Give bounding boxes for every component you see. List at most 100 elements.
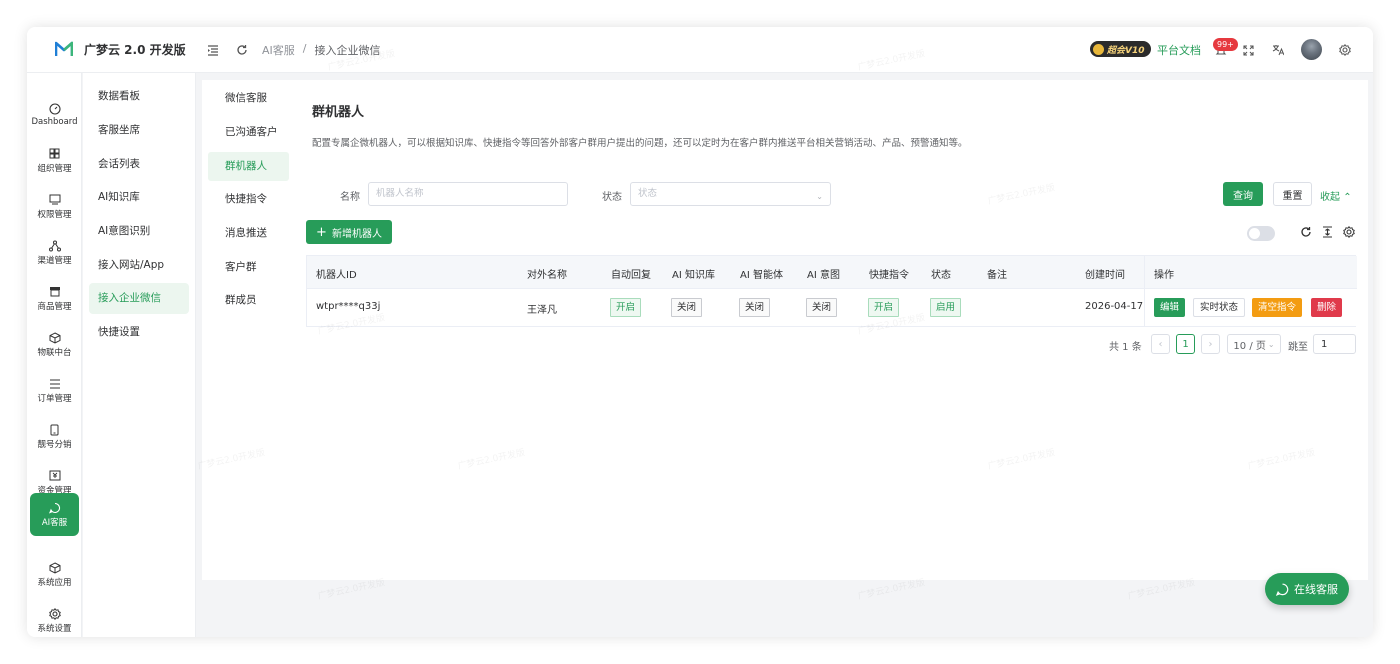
vip-label: 超会V10 <box>1107 45 1145 56</box>
cell-intent-tag: 关闭 <box>806 298 838 317</box>
grid-icon <box>48 147 61 160</box>
nav1-label: 靓号分销 <box>37 440 72 450</box>
nav3-item-customer-group[interactable]: 客户群 <box>208 253 289 282</box>
refresh-icon[interactable] <box>232 40 252 60</box>
nav2-item-intent[interactable]: AI意图识别 <box>89 216 189 247</box>
actions-column: 操作 编辑 实时状态 清空指令 删除 <box>1144 256 1357 326</box>
brand-logo-icon <box>55 41 73 56</box>
display-toggle-switch[interactable] <box>1247 226 1275 241</box>
cell-created: 2026-04-17 2 <box>1085 301 1153 312</box>
nav3-item-contacted[interactable]: 已沟通客户 <box>208 118 289 147</box>
cell-status-tag: 启用 <box>930 298 962 317</box>
table-refresh-icon[interactable] <box>1300 226 1312 241</box>
nav2-item-quick-settings[interactable]: 快捷设置 <box>89 317 189 348</box>
prev-page-button[interactable]: ‹ <box>1151 334 1170 354</box>
nav1-label: 权限管理 <box>37 210 72 220</box>
vip-coin-icon <box>1093 43 1104 55</box>
nav3-item-group-members[interactable]: 群成员 <box>208 286 289 315</box>
actions-header-bg <box>1145 256 1357 289</box>
add-robot-button[interactable]: + 新增机器人 <box>306 220 392 244</box>
status-select-placeholder: 状态 <box>638 188 658 199</box>
edit-button[interactable]: 编辑 <box>1154 298 1186 317</box>
cell-auto-reply-tag: 开启 <box>610 298 642 317</box>
status-filter-label: 状态 <box>602 192 622 203</box>
nav3-item-group-robot[interactable]: 群机器人 <box>208 152 289 181</box>
user-avatar[interactable] <box>1301 39 1322 60</box>
nav1-item-settings[interactable]: 系统设置 <box>30 599 79 637</box>
nav1-item-iot[interactable]: 物联中台 <box>30 323 79 366</box>
nav3-item-push[interactable]: 消息推送 <box>208 219 289 248</box>
col-ai-intent: AI 意图 <box>807 270 840 281</box>
nav1-label: 组织管理 <box>37 164 72 174</box>
nav2-item-knowledge[interactable]: AI知识库 <box>89 182 189 213</box>
app-window: 广梦云 2.0 开发版 AI客服 / 接入企业微信 超会V10 平台文档 99+ <box>27 27 1373 637</box>
column-height-icon[interactable] <box>1322 226 1333 241</box>
query-button[interactable]: 查询 <box>1223 182 1263 206</box>
cell-knowledge-tag: 关闭 <box>671 298 703 317</box>
nav1-item-ai-service[interactable]: AI客服 <box>30 493 79 536</box>
chevron-up-icon: ⌃ <box>1343 192 1352 203</box>
translate-icon[interactable] <box>1268 40 1288 60</box>
add-robot-label: 新增机器人 <box>331 228 382 240</box>
plus-icon: + <box>316 224 327 240</box>
realtime-status-button[interactable]: 实时状态 <box>1193 298 1246 317</box>
online-service-button[interactable]: 在线客服 <box>1265 573 1349 605</box>
nav2-item-website-app[interactable]: 接入网站/App <box>89 250 189 281</box>
next-page-button[interactable]: › <box>1201 334 1220 354</box>
store-icon <box>48 285 61 298</box>
col-remark: 备注 <box>987 270 1007 281</box>
box-icon <box>48 561 61 574</box>
nav1-item-number[interactable]: 靓号分销 <box>30 415 79 458</box>
nav2-item-dashboard[interactable]: 数据看板 <box>89 81 189 112</box>
nav1-item-dashboard[interactable]: Dashboard <box>30 93 79 136</box>
name-filter-input[interactable]: 机器人名称 <box>368 182 568 206</box>
clear-commands-button[interactable]: 清空指令 <box>1252 298 1303 317</box>
primary-sidebar: Dashboard 组织管理 权限管理 渠道管理 商品管理 物联中台 订单管理 <box>27 73 82 637</box>
collapse-label: 收起 <box>1320 192 1340 203</box>
cell-shortcut-tag: 开启 <box>868 298 900 317</box>
status-filter-select[interactable]: 状态 ⌄ <box>630 182 831 206</box>
fullscreen-icon[interactable] <box>1238 40 1258 60</box>
nav1-item-order[interactable]: 订单管理 <box>30 369 79 412</box>
column-settings-icon[interactable] <box>1343 226 1355 241</box>
share-icon <box>48 239 61 252</box>
cell-robot-id: wtpr****q33j <box>316 301 381 312</box>
breadcrumb-parent[interactable]: AI客服 <box>262 42 295 58</box>
page-title: 群机器人 <box>312 105 365 120</box>
reset-button[interactable]: 重置 <box>1273 182 1312 206</box>
delete-button[interactable]: 删除 <box>1311 298 1343 317</box>
nav1-item-goods[interactable]: 商品管理 <box>30 277 79 320</box>
nav2-item-sessions[interactable]: 会话列表 <box>89 149 189 180</box>
notification-badge: 99+ <box>1213 38 1238 51</box>
nav1-label: 渠道管理 <box>37 256 72 266</box>
nav1-label: 系统设置 <box>37 624 72 634</box>
nav1-item-apps[interactable]: 系统应用 <box>30 553 79 596</box>
chevron-down-icon: ⌄ <box>1267 339 1275 349</box>
secondary-sidebar: 数据看板 客服坐席 会话列表 AI知识库 AI意图识别 接入网站/App 接入企… <box>83 73 196 637</box>
nav1-label: Dashboard <box>31 117 78 127</box>
nav2-item-seats[interactable]: 客服坐席 <box>89 115 189 146</box>
breadcrumb-separator: / <box>302 42 307 55</box>
nav1-label: 物联中台 <box>37 348 72 358</box>
chat-bubble-icon <box>1276 583 1289 596</box>
page-size-select[interactable]: 10 / 页 ⌄ <box>1227 334 1281 354</box>
vip-badge[interactable]: 超会V10 <box>1090 41 1151 57</box>
pagination-total: 共 1 条 <box>1109 342 1142 353</box>
nav3-item-wechat-service[interactable]: 微信客服 <box>208 84 289 113</box>
menu-fold-icon[interactable] <box>203 40 223 60</box>
page-description: 配置专属企微机器人，可以根据知识库、快捷指令等回答外部客户群用户提出的问题，还可… <box>312 138 968 149</box>
robot-table: 机器人ID 对外名称 自动回复 AI 知识库 AI 智能体 AI 意图 快捷指令… <box>306 255 1357 327</box>
nav2-item-wecom[interactable]: 接入企业微信 <box>89 283 189 314</box>
settings-gear-icon[interactable] <box>1335 40 1355 60</box>
nav1-item-org[interactable]: 组织管理 <box>30 139 79 182</box>
jump-page-input[interactable]: 1 <box>1313 334 1356 354</box>
nav1-item-channel[interactable]: 渠道管理 <box>30 231 79 274</box>
page-1-button[interactable]: 1 <box>1176 334 1195 354</box>
nav3-item-shortcut[interactable]: 快捷指令 <box>208 185 289 214</box>
nav1-item-permission[interactable]: 权限管理 <box>30 185 79 228</box>
name-filter-label: 名称 <box>340 192 360 203</box>
cell-agent-tag: 关闭 <box>739 298 771 317</box>
platform-docs-link[interactable]: 平台文档 <box>1157 42 1201 58</box>
cell-display-name: 王泽凡 <box>527 305 557 316</box>
collapse-link[interactable]: 收起 ⌃ <box>1320 188 1352 203</box>
